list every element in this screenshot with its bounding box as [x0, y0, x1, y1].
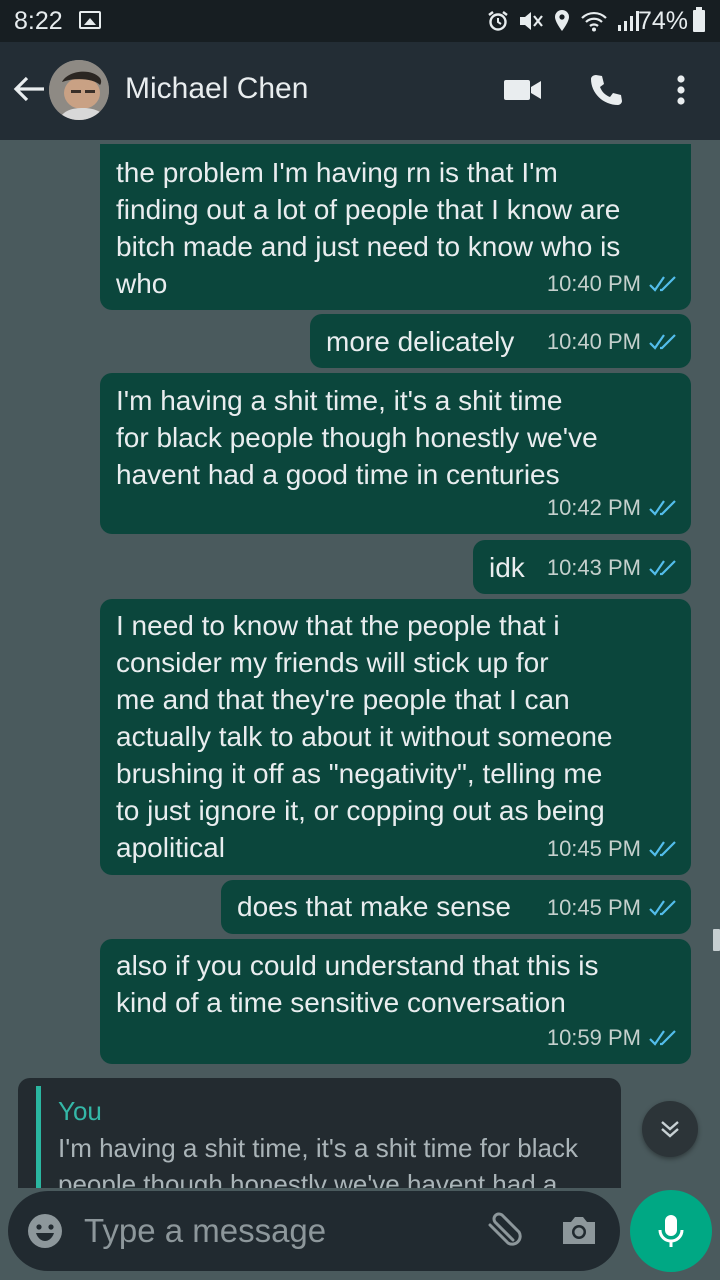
reply-quoted-text: I'm having a shit time, it's a shit time… [58, 1133, 578, 1188]
message-time: 10:59 PM [546, 1025, 641, 1050]
message-input[interactable] [84, 1205, 464, 1257]
battery-icon [693, 7, 705, 32]
wifi-icon [581, 11, 607, 32]
message-meta: 10:40 PM [547, 323, 677, 360]
read-receipt-icon [649, 499, 676, 516]
status-icons [487, 8, 641, 34]
mute-icon [520, 12, 543, 30]
message-meta: 10:40 PM [547, 265, 677, 302]
message-time: 10:45 PM [546, 895, 641, 920]
camera-icon[interactable] [560, 1214, 598, 1248]
read-receipt-icon [649, 275, 676, 292]
phone-call-icon[interactable] [589, 73, 623, 107]
image-notification-icon [79, 11, 101, 29]
status-bar: 8:22 74% [0, 0, 720, 42]
voice-message-button[interactable] [630, 1190, 712, 1272]
microphone-icon [658, 1215, 684, 1247]
message-text: also if you could understand that this i… [116, 950, 599, 1018]
scroll-to-bottom-button[interactable] [642, 1101, 698, 1157]
message-text: I need to know that the people that i co… [116, 610, 613, 863]
message-bubble[interactable]: idk 10:43 PM [473, 540, 691, 594]
reply-accent-bar [36, 1086, 41, 1188]
contact-avatar[interactable] [49, 60, 109, 120]
message-meta: 10:59 PM [547, 1019, 677, 1056]
battery-percent: 74% [638, 7, 689, 35]
read-receipt-icon [649, 840, 676, 857]
message-text: idk [489, 552, 525, 583]
alarm-icon [488, 11, 508, 31]
conversation[interactable]: the problem I'm having rn is that I'm fi… [0, 140, 720, 1188]
message-time: 10:45 PM [546, 836, 641, 861]
reply-preview[interactable]: You I'm having a shit time, it's a shit … [18, 1078, 621, 1188]
reply-author: You [58, 1096, 102, 1126]
read-receipt-icon [649, 1029, 676, 1046]
message-bubble[interactable]: the problem I'm having rn is that I'm fi… [100, 144, 691, 310]
message-time: 10:42 PM [546, 495, 641, 520]
message-bubble[interactable]: I'm having a shit time, it's a shit time… [100, 373, 691, 534]
paperclip-icon[interactable] [480, 1211, 524, 1251]
scrollbar-thumb[interactable] [713, 929, 720, 951]
message-bubble[interactable]: I need to know that the people that i co… [100, 599, 691, 875]
message-meta: 10:43 PM [547, 549, 677, 586]
message-bubble[interactable]: more delicately 10:40 PM [310, 314, 691, 368]
read-receipt-icon [649, 559, 676, 576]
message-text: I'm having a shit time, it's a shit time… [116, 385, 598, 490]
chevron-double-down-icon [661, 1121, 679, 1138]
message-bubble[interactable]: also if you could understand that this i… [100, 939, 691, 1064]
message-meta: 10:45 PM [547, 889, 677, 926]
message-meta: 10:45 PM [547, 830, 677, 867]
chat-header: Michael Chen [0, 42, 720, 140]
message-meta: 10:42 PM [547, 489, 677, 526]
avatar-photo [49, 60, 109, 120]
message-bubble[interactable]: does that make sense 10:45 PM [221, 880, 691, 934]
back-arrow-icon[interactable] [12, 74, 46, 104]
message-text: more delicately [326, 326, 515, 357]
message-time: 10:43 PM [546, 555, 641, 580]
message-text: does that make sense [237, 891, 511, 922]
read-receipt-icon [649, 333, 676, 350]
message-time: 10:40 PM [546, 271, 641, 296]
read-receipt-icon [649, 899, 676, 916]
video-call-icon[interactable] [503, 78, 543, 102]
emoji-icon[interactable] [26, 1212, 64, 1250]
contact-name[interactable]: Michael Chen [125, 72, 308, 106]
message-time: 10:40 PM [546, 329, 641, 354]
message-composer [8, 1191, 620, 1271]
message-text: the problem I'm having rn is that I'm fi… [116, 157, 621, 299]
location-icon [555, 10, 569, 31]
more-options-icon[interactable] [677, 75, 685, 105]
status-time: 8:22 [14, 7, 63, 35]
